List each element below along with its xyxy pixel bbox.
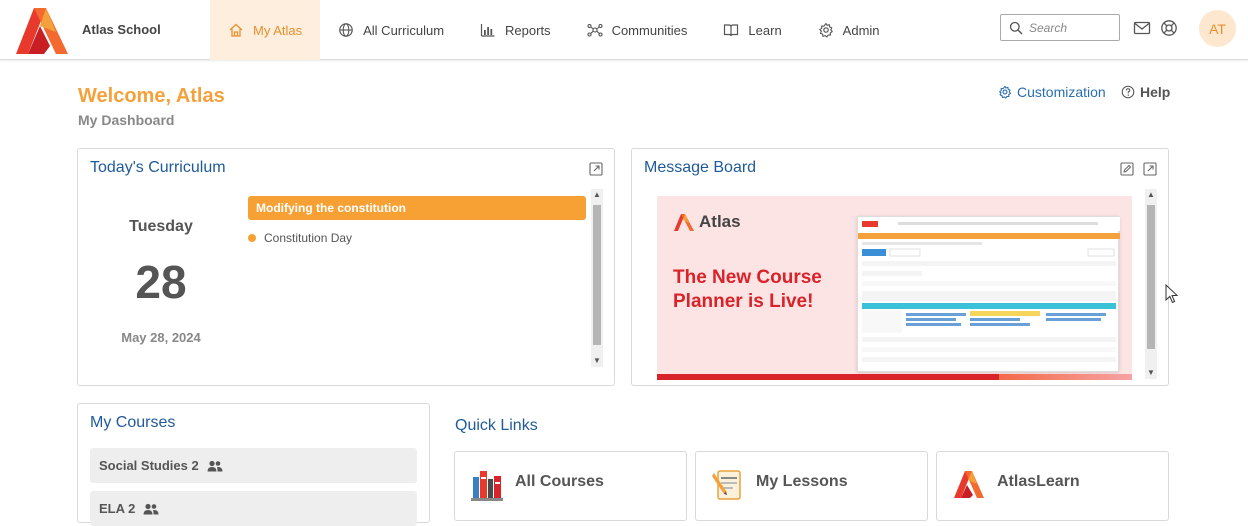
customization-label: Customization [1017,84,1106,100]
nav-reports-label: Reports [505,22,551,38]
main-nav: My Atlas All Curriculum Reports Communit… [210,0,898,60]
event-dot [248,234,256,242]
my-courses-title: My Courses [90,414,176,431]
curriculum-scrollbar[interactable]: ▲ ▼ [591,189,603,367]
image-brand: Atlas [673,212,741,232]
user-avatar[interactable]: AT [1199,10,1236,47]
quick-link-atlaslearn[interactable]: AtlasLearn [936,451,1169,521]
day-name: Tuesday [129,218,193,235]
atlas-logo-icon [954,471,984,498]
mail-icon[interactable] [1133,19,1151,37]
message-board-scrollbar[interactable]: ▲ ▼ [1145,189,1157,379]
users-icon [207,460,223,471]
nav-my-atlas-label: My Atlas [253,22,303,38]
globe-icon [339,23,353,37]
nav-reports[interactable]: Reports [462,0,569,60]
nav-admin-label: Admin [842,22,880,38]
nav-my-atlas[interactable]: My Atlas [210,0,321,60]
quick-link-all-courses[interactable]: All Courses [454,451,687,521]
image-headline: The New Course Planner is Live! [673,267,822,312]
atlas-logo-icon [16,8,68,54]
message-board-panel: Message Board Atlas The New Course Plann… [631,148,1169,386]
todays-curriculum-title: Today's Curriculum [90,159,226,176]
welcome-heading: Welcome, Atlas [78,85,225,107]
gear-icon [999,85,1012,99]
help-icon [1121,85,1135,99]
atlas-logo-icon [674,214,694,231]
quick-links-title: Quick Links [455,417,538,434]
expand-icon[interactable] [1143,162,1157,176]
scroll-up-arrow[interactable]: ▲ [591,189,603,201]
edit-icon[interactable] [1120,162,1134,176]
curriculum-event-item[interactable]: Constitution Day [248,231,352,245]
home-icon [229,23,243,37]
my-courses-panel: My Courses Social Studies 2 ELA 2 [77,403,430,526]
course-planner-preview-graphic [858,217,1120,362]
bar-chart-icon [480,24,495,37]
lesson-planning-icon [712,470,741,500]
expand-icon[interactable] [589,162,603,176]
scroll-thumb[interactable] [1147,205,1155,349]
quick-link-label: AtlasLearn [997,473,1080,490]
message-board-image[interactable]: Atlas The New Course Planner is Live! [657,196,1132,380]
quick-link-my-lessons[interactable]: My Lessons [695,451,928,521]
top-navigation-bar: Atlas School My Atlas All Curriculum Rep… [0,0,1248,60]
scroll-thumb[interactable] [593,205,601,345]
help-link[interactable]: Help [1121,84,1170,100]
mouse-cursor-icon [1165,284,1179,304]
curriculum-event-bar[interactable]: Modifying the constitution [248,196,586,220]
scroll-down-arrow[interactable]: ▼ [591,355,603,367]
search-icon [1009,21,1023,34]
image-brand-name: Atlas [699,212,741,231]
search-input[interactable] [1029,20,1117,35]
nav-learn-label: Learn [748,22,782,38]
course-name: Social Studies 2 [99,458,199,473]
quick-link-label: My Lessons [756,473,848,490]
nav-communities[interactable]: Communities [569,0,706,60]
nav-all-curriculum[interactable]: All Curriculum [320,0,462,60]
nav-communities-label: Communities [611,22,688,38]
nav-learn[interactable]: Learn [705,0,799,60]
todays-curriculum-panel: Today's Curriculum Tuesday 28 May 28, 20… [77,148,615,386]
course-name: ELA 2 [99,501,136,516]
course-planner-preview [857,216,1120,372]
book-icon [724,24,739,37]
day-number: 28 [135,256,187,308]
message-board-title: Message Board [644,159,757,176]
gear-icon [818,22,833,38]
customization-link[interactable]: Customization [998,84,1106,100]
nav-admin[interactable]: Admin [800,0,898,60]
page-subtitle: My Dashboard [78,112,175,128]
image-bottom-band [657,374,1132,380]
course-item[interactable]: ELA 2 [90,491,417,526]
support-lifebuoy-icon[interactable] [1160,19,1178,37]
nav-all-curriculum-label: All Curriculum [363,22,445,38]
school-name: Atlas School [82,21,161,37]
scroll-up-arrow[interactable]: ▲ [1145,189,1157,201]
quick-link-label: All Courses [515,473,604,490]
help-label: Help [1140,84,1171,100]
books-icon [471,471,503,501]
network-icon [587,23,603,37]
users-icon [143,503,159,514]
full-date: May 28, 2024 [121,330,201,345]
brand[interactable]: Atlas School [10,2,161,56]
course-item[interactable]: Social Studies 2 [90,448,417,483]
event-item-label: Constitution Day [264,231,353,245]
search-box[interactable] [1000,14,1120,41]
scroll-down-arrow[interactable]: ▼ [1145,367,1157,379]
